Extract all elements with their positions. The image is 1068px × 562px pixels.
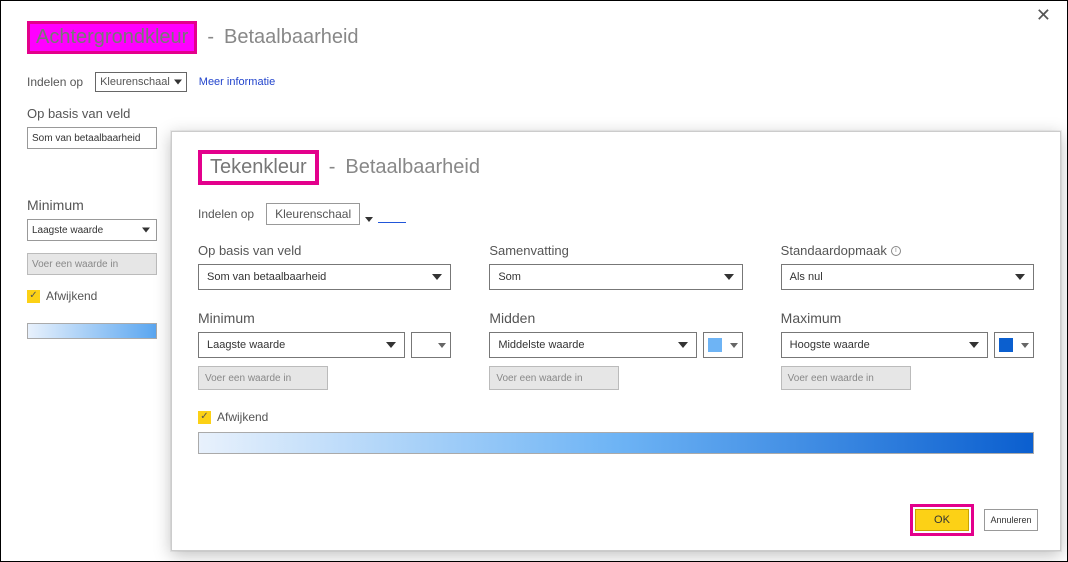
minimum-color-picker[interactable]	[411, 332, 451, 358]
dialog-title: Tekenkleur	[210, 156, 307, 178]
title-separator: -	[329, 156, 336, 179]
chevron-down-icon	[730, 343, 738, 348]
ok-button[interactable]: OK	[915, 509, 969, 531]
default-formatting-label: Standaardopmaak	[781, 243, 887, 258]
title-separator: -	[207, 26, 214, 49]
back-minimum-card: Minimum Laagste waarde Voer een waarde i…	[27, 197, 167, 339]
dialog-subtitle: Betaalbaarheid	[224, 26, 359, 49]
based-on-field-label: Op basis van veld	[27, 106, 1041, 121]
info-icon[interactable]: i	[891, 246, 901, 256]
font-color-dialog: Tekenkleur - Betaalbaarheid Indelen op K…	[171, 131, 1061, 551]
cancel-button[interactable]: Annuleren	[984, 509, 1038, 531]
format-by-select[interactable]: Kleurenschaal	[266, 203, 360, 225]
color-swatch	[999, 338, 1013, 352]
summarization-select[interactable]: Som	[489, 264, 742, 290]
maximum-label: Maximum	[781, 310, 1034, 326]
summarization-label: Samenvatting	[489, 243, 742, 258]
based-on-field-select[interactable]: Som van betaalbaarheid	[198, 264, 451, 290]
minimum-label: Minimum	[198, 310, 451, 326]
minimum-label: Minimum	[27, 197, 167, 213]
dialog-subtitle: Betaalbaarheid	[345, 156, 480, 179]
center-value-input[interactable]: Voer een waarde in	[489, 366, 619, 390]
gradient-preview	[198, 432, 1034, 454]
minimum-value-input[interactable]: Voer een waarde in	[27, 253, 157, 275]
diverging-label: Afwijkend	[217, 410, 268, 424]
highlight-back-title: Achtergrondkleur	[27, 21, 197, 54]
minimum-select[interactable]: Laagste waarde	[27, 219, 157, 241]
color-swatch	[416, 338, 430, 352]
format-by-label: Indelen op	[27, 75, 83, 89]
diverging-checkbox[interactable]: ✓	[27, 290, 40, 303]
center-select[interactable]: Middelste waarde	[489, 332, 696, 358]
based-on-field-select[interactable]: Som van betaalbaarheid	[27, 127, 157, 149]
gradient-preview-small	[27, 323, 157, 339]
color-swatch	[708, 338, 722, 352]
more-info-link[interactable]: Meer informatie	[199, 76, 275, 88]
chevron-down-icon	[1021, 343, 1029, 348]
maximum-value-input[interactable]: Voer een waarde in	[781, 366, 911, 390]
minimum-select[interactable]: Laagste waarde	[198, 332, 405, 358]
format-by-select[interactable]: Kleurenschaal	[95, 72, 187, 92]
maximum-select[interactable]: Hoogste waarde	[781, 332, 988, 358]
default-formatting-select[interactable]: Als nul	[781, 264, 1034, 290]
diverging-label: Afwijkend	[46, 289, 97, 303]
format-by-label: Indelen op	[198, 207, 254, 221]
dialog-title: Achtergrondkleur	[36, 26, 188, 48]
minimum-value-input[interactable]: Voer een waarde in	[198, 366, 328, 390]
maximum-color-picker[interactable]	[994, 332, 1034, 358]
highlight-ok: OK	[910, 504, 974, 536]
chevron-down-icon	[438, 343, 446, 348]
diverging-checkbox[interactable]: ✓	[198, 411, 211, 424]
center-label: Midden	[489, 310, 742, 326]
highlight-front-title: Tekenkleur	[198, 150, 319, 185]
based-on-field-label: Op basis van veld	[198, 243, 451, 258]
center-color-picker[interactable]	[703, 332, 743, 358]
active-tab-indicator	[378, 222, 406, 223]
